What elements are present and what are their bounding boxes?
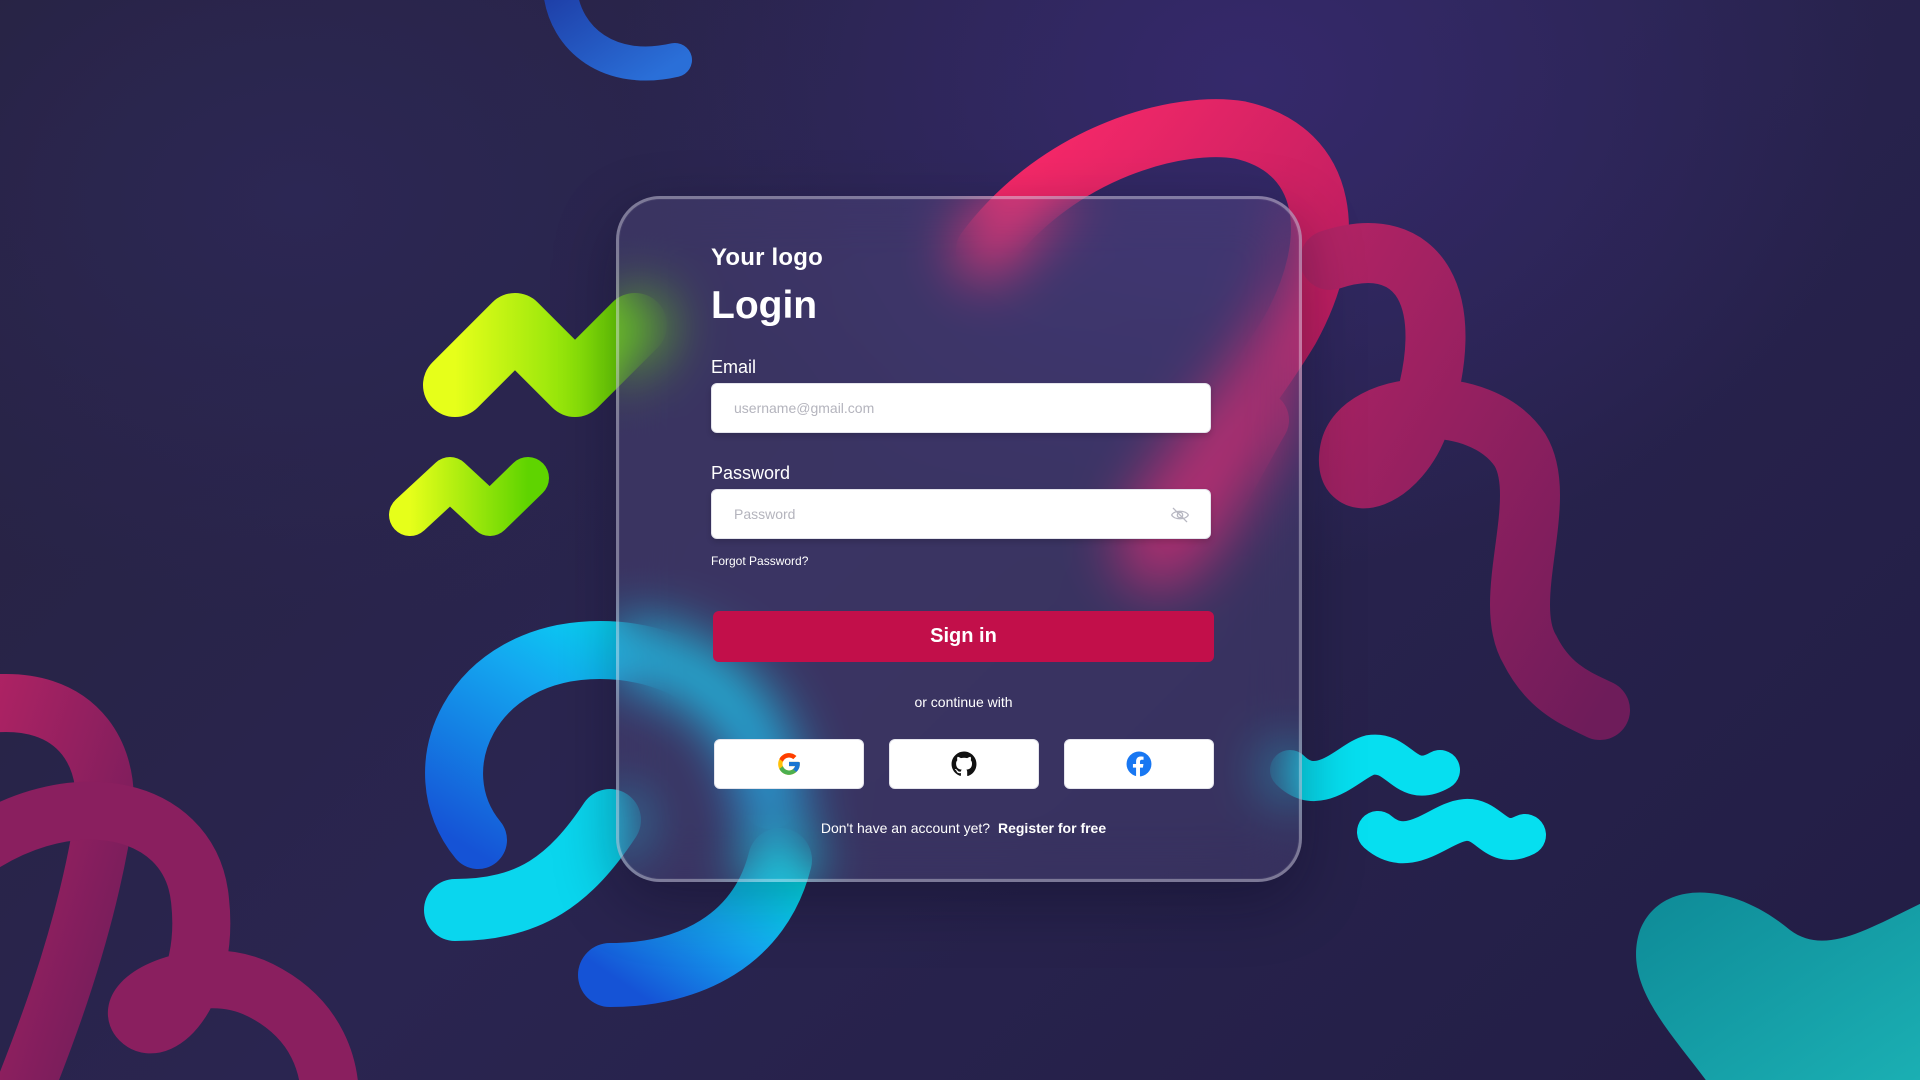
google-icon [778, 753, 800, 775]
password-field-wrapper [711, 489, 1211, 539]
github-icon [951, 751, 977, 777]
facebook-icon [1126, 751, 1152, 777]
cyan-wave-top [1270, 734, 1460, 801]
email-field[interactable] [712, 384, 1210, 432]
teal-blob-shape [1636, 892, 1920, 1080]
password-field[interactable] [712, 490, 1210, 538]
facebook-login-button[interactable] [1064, 739, 1214, 789]
password-label: Password [711, 463, 791, 483]
register-prompt-line: Don't have an account yet? Register for … [713, 820, 1214, 836]
email-field-wrapper [711, 383, 1211, 433]
lime-zigzag-large [423, 293, 667, 417]
github-login-button[interactable] [889, 739, 1039, 789]
email-label: Email [711, 357, 757, 377]
google-login-button[interactable] [714, 739, 864, 789]
eye-off-icon[interactable] [1170, 505, 1190, 525]
magenta-tube-bottom-left [0, 674, 134, 1080]
forgot-password-link[interactable]: Forgot Password? [711, 554, 808, 568]
login-page: Your logo Login Email Password Forgot Pa… [0, 0, 1920, 1080]
cyan-wave-bottom [1357, 799, 1546, 864]
page-title: Login [711, 284, 818, 327]
brand-logo: Your logo [711, 244, 824, 271]
blue-hook-shape [544, 0, 692, 81]
sign-in-button[interactable]: Sign in [713, 611, 1214, 662]
lime-zigzag-small [389, 457, 549, 536]
register-link[interactable]: Register for free [998, 820, 1106, 836]
social-divider-text: or continue with [914, 694, 1013, 710]
magenta-loop-shape [1300, 223, 1630, 740]
register-prompt-text: Don't have an account yet? [820, 820, 991, 836]
